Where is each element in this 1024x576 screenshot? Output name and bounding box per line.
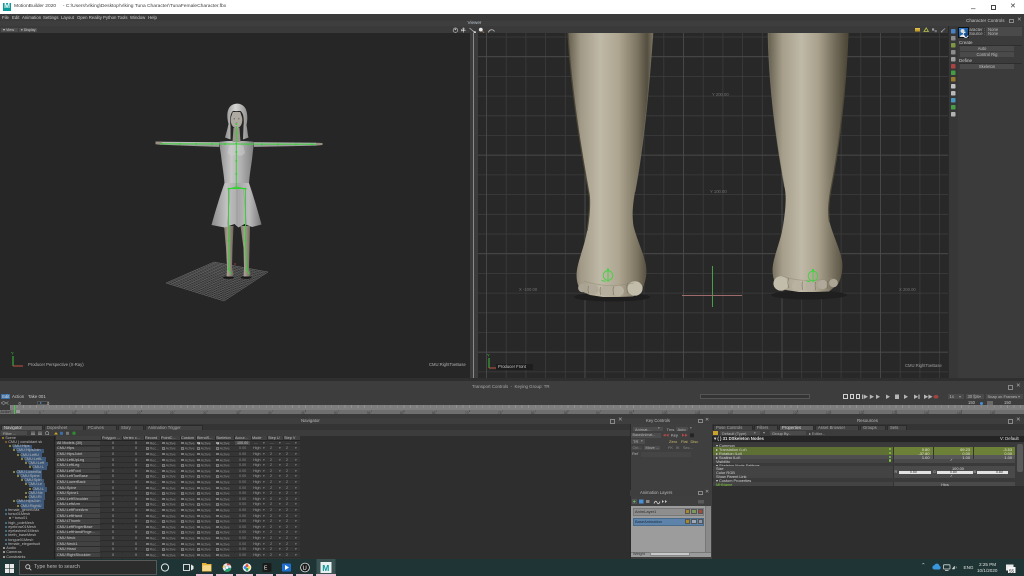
svg-text:Y: Y (11, 351, 14, 356)
svg-text:55: 55 (1009, 568, 1015, 573)
svg-text:Y 200.00: Y 200.00 (712, 92, 729, 97)
svg-text:U: U (303, 566, 307, 572)
svg-text:Y 100.00: Y 100.00 (710, 189, 727, 194)
svg-text:M: M (322, 563, 329, 573)
svg-text:X 200.00: X 200.00 (899, 287, 916, 292)
svg-text:X -100.00: X -100.00 (519, 287, 538, 292)
svg-text:Y: Y (487, 353, 490, 358)
svg-text:Key: Key (671, 433, 678, 438)
